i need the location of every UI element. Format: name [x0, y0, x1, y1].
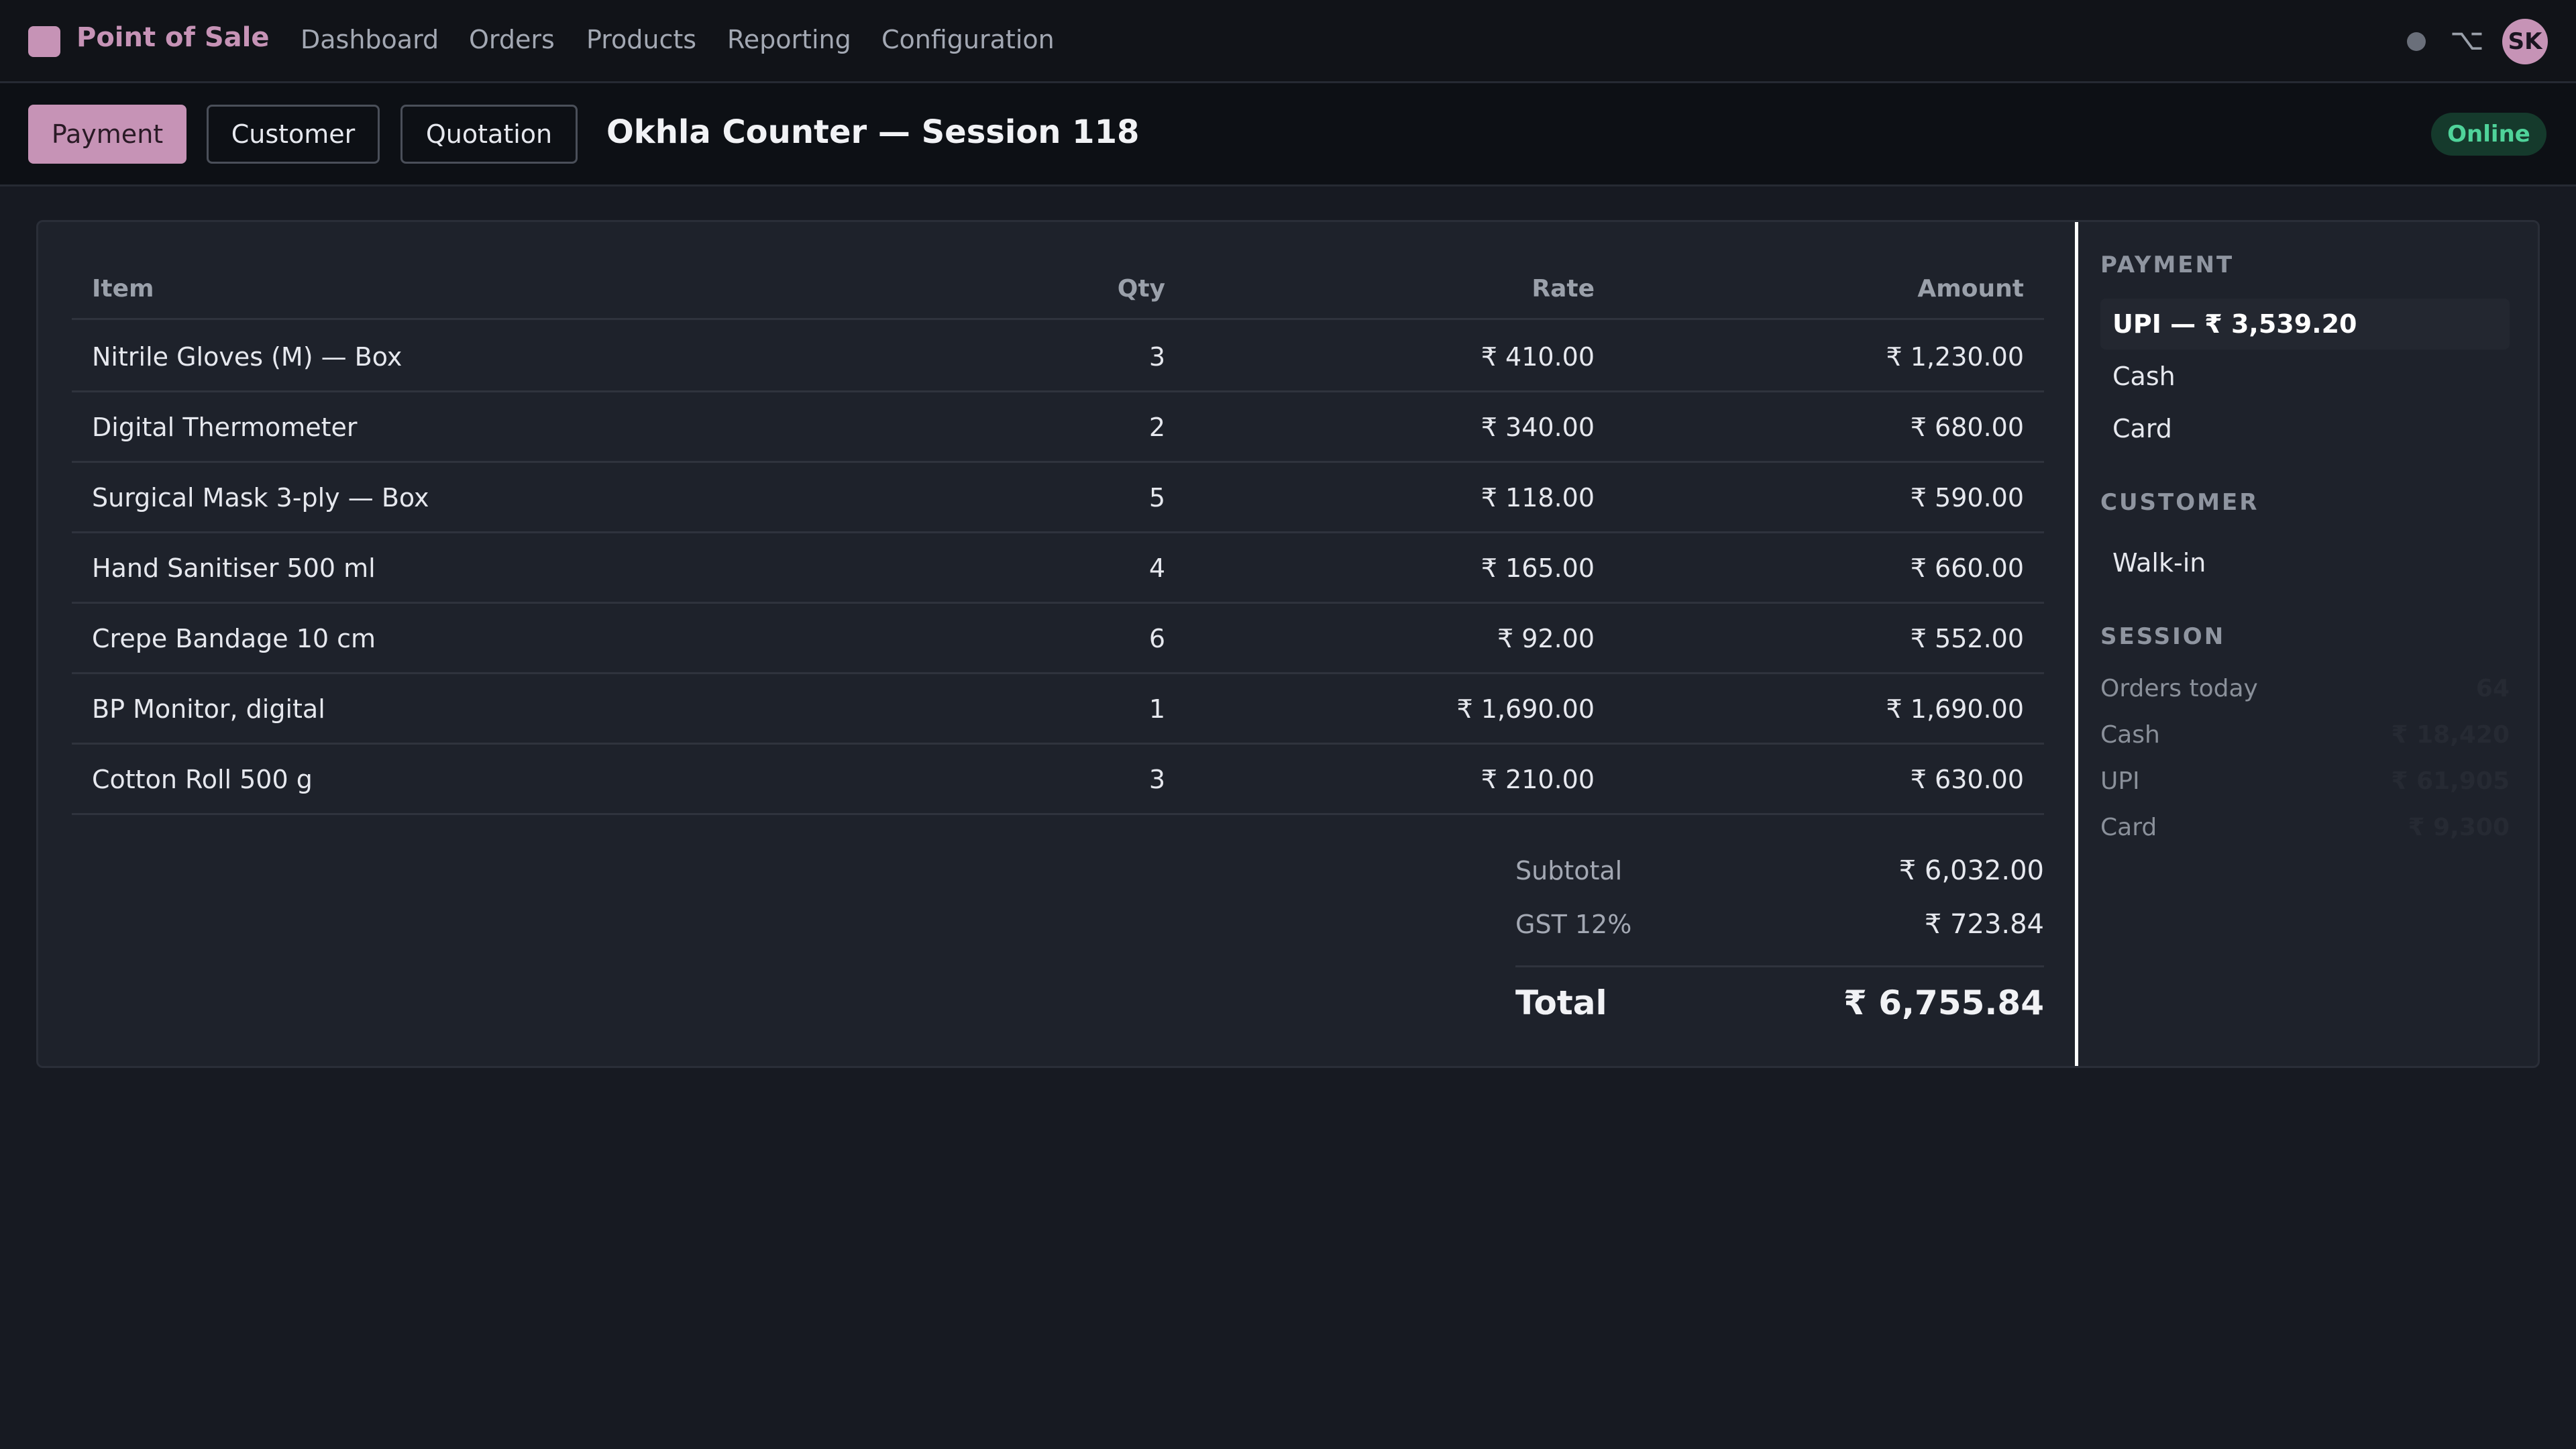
table-row[interactable]: Surgical Mask 3-ply — Box 5 ₹ 118.00 ₹ 5… [72, 463, 2044, 533]
user-avatar[interactable]: SK [2502, 19, 2548, 64]
item-rate: ₹ 410.00 [1481, 342, 1595, 372]
item-qty: 4 [1148, 553, 1165, 583]
quotation-mode-button[interactable]: Quotation [400, 105, 578, 164]
item-rate: ₹ 210.00 [1481, 765, 1595, 794]
cash-total-value: ₹ 18,420 [2391, 721, 2510, 749]
item-amount: ₹ 552.00 [1910, 624, 2024, 653]
item-amount: ₹ 660.00 [1910, 553, 2024, 583]
orders-today-value: 64 [2475, 675, 2510, 702]
connection-status-icon[interactable] [2407, 32, 2426, 51]
top-navigation-bar: Point of Sale Dashboard Orders Products … [0, 0, 2576, 83]
total-label: Total [1515, 983, 1607, 1022]
orders-today-label: Orders today [2100, 675, 2258, 702]
table-row[interactable]: Digital Thermometer 2 ₹ 340.00 ₹ 680.00 [72, 392, 2044, 463]
item-qty: 6 [1148, 624, 1165, 653]
card-total-label: Card [2100, 814, 2157, 841]
item-amount: ₹ 1,230.00 [1886, 342, 2024, 372]
table-row[interactable]: BP Monitor, digital 1 ₹ 1,690.00 ₹ 1,690… [72, 674, 2044, 745]
side-panel: PAYMENT UPI — ₹ 3,539.20 Cash Card CUSTO… [2100, 222, 2530, 1066]
customer-mode-button[interactable]: Customer [207, 105, 380, 164]
column-header-item: Item [92, 275, 154, 303]
nav-orders[interactable]: Orders [469, 23, 555, 56]
customer-heading: CUSTOMER [2100, 489, 2259, 516]
item-rate: ₹ 118.00 [1481, 483, 1595, 513]
item-qty: 1 [1148, 694, 1165, 724]
nav-configuration[interactable]: Configuration [881, 23, 1055, 56]
table-row[interactable]: Hand Sanitiser 500 ml 4 ₹ 165.00 ₹ 660.0… [72, 533, 2044, 604]
panel-divider [2075, 222, 2078, 1066]
customer-walk-in[interactable]: Walk-in [2100, 537, 2510, 588]
subtotal-label: Subtotal [1515, 856, 1623, 885]
subtotal-value: ₹ 6,032.00 [1898, 855, 2044, 886]
option-key-icon[interactable]: ⌥ [2450, 21, 2484, 59]
payment-mode-button[interactable]: Payment [28, 105, 186, 164]
cash-total-label: Cash [2100, 721, 2160, 749]
payment-option-card[interactable]: Card [2100, 403, 2510, 454]
payment-option-upi[interactable]: UPI — ₹ 3,539.20 [2100, 299, 2510, 350]
status-badge: Online [2431, 113, 2546, 156]
nav-dashboard[interactable]: Dashboard [301, 23, 439, 56]
item-qty: 5 [1148, 483, 1165, 513]
item-name: Cotton Roll 500 g [92, 765, 313, 794]
item-qty: 2 [1148, 413, 1165, 442]
item-name: Hand Sanitiser 500 ml [92, 553, 376, 583]
total-value: ₹ 6,755.84 [1843, 983, 2044, 1022]
item-amount: ₹ 590.00 [1910, 483, 2024, 513]
tax-value: ₹ 723.84 [1924, 909, 2044, 940]
card-total-value: ₹ 9,300 [2408, 814, 2510, 841]
tax-label: GST 12% [1515, 910, 1632, 939]
item-name: Digital Thermometer [92, 413, 358, 442]
nav-reporting[interactable]: Reporting [727, 23, 851, 56]
session-heading: SESSION [2100, 623, 2226, 650]
item-rate: ₹ 92.00 [1497, 624, 1595, 653]
item-amount: ₹ 1,690.00 [1886, 694, 2024, 724]
session-title: Okhla Counter — Session 118 [606, 113, 1140, 151]
item-name: BP Monitor, digital [92, 694, 325, 724]
item-rate: ₹ 165.00 [1481, 553, 1595, 583]
item-name: Nitrile Gloves (M) — Box [92, 342, 402, 372]
column-header-amount: Amount [1917, 275, 2024, 303]
app-name[interactable]: Point of Sale [76, 20, 269, 55]
app-logo-icon [28, 26, 60, 57]
item-name: Crepe Bandage 10 cm [92, 624, 376, 653]
upi-total-label: UPI [2100, 767, 2140, 795]
order-card: Item Qty Rate Amount Nitrile Gloves (M) … [36, 220, 2540, 1068]
payment-heading: PAYMENT [2100, 252, 2235, 278]
table-row[interactable]: Cotton Roll 500 g 3 ₹ 210.00 ₹ 630.00 [72, 745, 2044, 815]
item-name: Surgical Mask 3-ply — Box [92, 483, 429, 513]
item-rate: ₹ 340.00 [1481, 413, 1595, 442]
upi-total-value: ₹ 61,905 [2391, 767, 2510, 795]
item-amount: ₹ 630.00 [1910, 765, 2024, 794]
item-qty: 3 [1148, 342, 1165, 372]
item-rate: ₹ 1,690.00 [1456, 694, 1595, 724]
column-header-qty: Qty [1117, 275, 1165, 303]
column-header-rate: Rate [1532, 275, 1595, 303]
table-header: Item Qty Rate Amount [72, 261, 2044, 320]
session-header: Payment Customer Quotation Okhla Counter… [0, 83, 2576, 186]
table-row[interactable]: Nitrile Gloves (M) — Box 3 ₹ 410.00 ₹ 1,… [72, 322, 2044, 392]
total-divider [1515, 965, 2044, 967]
nav-products[interactable]: Products [586, 23, 696, 56]
payment-option-cash[interactable]: Cash [2100, 351, 2510, 402]
table-row[interactable]: Crepe Bandage 10 cm 6 ₹ 92.00 ₹ 552.00 [72, 604, 2044, 674]
item-qty: 3 [1148, 765, 1165, 794]
item-amount: ₹ 680.00 [1910, 413, 2024, 442]
